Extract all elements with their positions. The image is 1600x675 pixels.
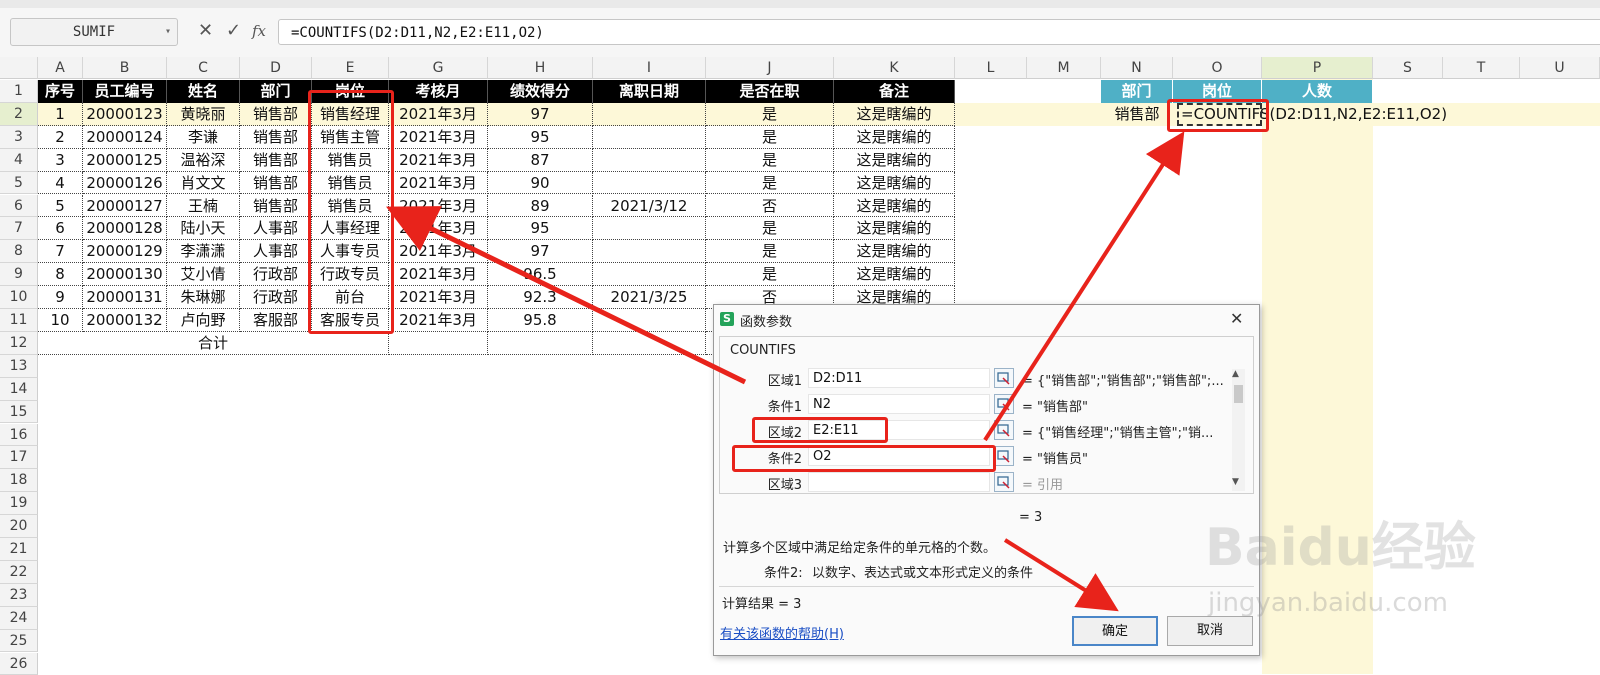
arrow-to-position-column (395, 211, 745, 382)
watermark-url: jingyan.baidu.com (1208, 588, 1448, 618)
arrow-to-ok-button (1005, 540, 1112, 607)
arrow-to-formula-cell (985, 138, 1180, 440)
watermark-brand: Baidu经验 (1205, 505, 1476, 580)
